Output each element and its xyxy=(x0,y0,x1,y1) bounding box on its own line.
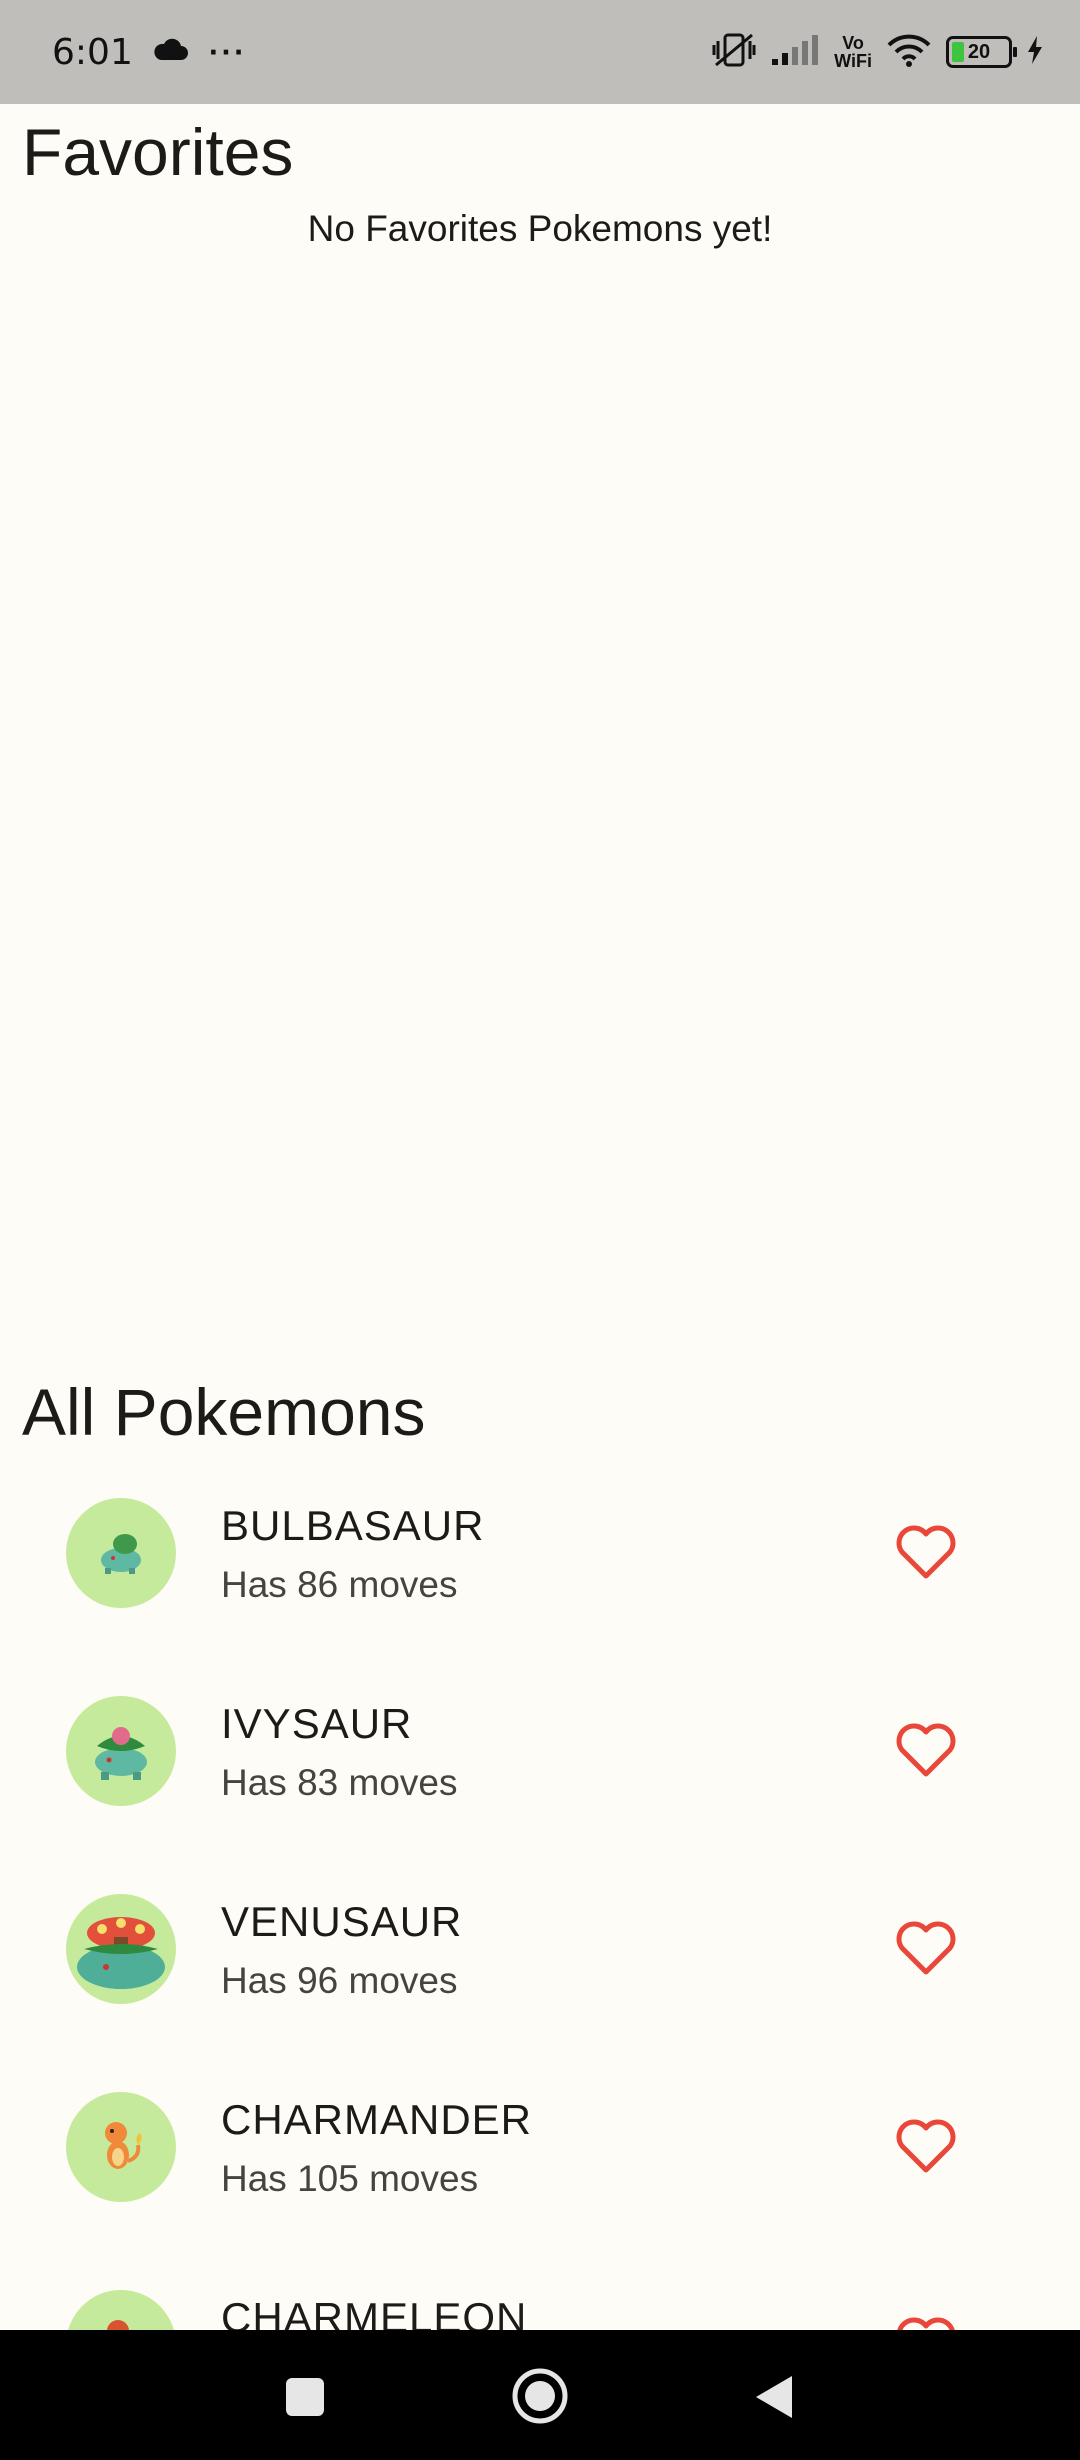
all-pokemons-title: All Pokemons xyxy=(22,1375,426,1449)
bulbasaur-sprite xyxy=(101,1534,141,1574)
favorite-heart-icon[interactable] xyxy=(894,1720,958,1780)
pokemon-avatar xyxy=(66,1498,176,1608)
pokemon-name: VENUSAUR xyxy=(221,1898,463,1945)
pokemon-avatar xyxy=(66,1696,176,1806)
signal-icon xyxy=(770,33,820,72)
pokemon-list-item[interactable]: CHARMELEON xyxy=(0,2290,1080,2330)
system-navigation-bar xyxy=(0,2330,1080,2460)
vowifi-bottom-label: WiFi xyxy=(834,51,872,71)
home-button[interactable] xyxy=(510,2366,570,2431)
favorite-heart-icon[interactable] xyxy=(894,1918,958,1978)
ivysaur-sprite xyxy=(95,1727,147,1780)
vowifi-top-label: Vo xyxy=(842,33,864,53)
more-notifications-icon: ··· xyxy=(208,33,247,70)
charmander-sprite xyxy=(105,2122,142,2169)
pokemon-moves: Has 105 moves xyxy=(221,2158,479,2199)
pokemon-name: CHARMELEON xyxy=(221,2294,528,2330)
pokemon-name: BULBASAUR xyxy=(221,1502,485,1549)
recents-button[interactable] xyxy=(284,2376,326,2423)
favorite-heart-icon[interactable] xyxy=(894,2116,958,2176)
pokemon-name: IVYSAUR xyxy=(221,1700,413,1747)
pokemon-list-item[interactable]: BULBASAUR Has 86 moves xyxy=(0,1498,1080,1696)
status-bar: 6:01 ··· Vo WiFi 20 xyxy=(0,0,1080,104)
pokemon-list-item[interactable]: IVYSAUR Has 83 moves xyxy=(0,1696,1080,1894)
pokemon-avatar xyxy=(66,1894,176,2004)
status-time: 6:01 xyxy=(52,31,133,73)
status-left: 6:01 ··· xyxy=(52,32,247,73)
main-content[interactable]: Favorites No Favorites Pokemons yet! All… xyxy=(0,104,1080,2330)
vibrate-off-icon xyxy=(712,31,756,74)
battery-level: 20 xyxy=(967,40,991,63)
pokemon-moves: Has 83 moves xyxy=(221,1762,458,1803)
pokemon-moves: Has 86 moves xyxy=(221,1564,458,1605)
venusaur-sprite xyxy=(77,1917,165,1989)
pokemon-moves: Has 96 moves xyxy=(221,1960,458,2001)
back-button[interactable] xyxy=(752,2372,796,2427)
favorite-heart-icon[interactable] xyxy=(894,2314,958,2330)
pokemon-list-item[interactable]: CHARMANDER Has 105 moves xyxy=(0,2092,1080,2290)
pokemon-avatar xyxy=(66,2290,176,2330)
pokemon-list[interactable]: BULBASAUR Has 86 moves IVYSAUR Has 83 mo… xyxy=(0,1498,1080,2330)
charmeleon-sprite xyxy=(107,2320,129,2330)
favorites-title: Favorites xyxy=(22,115,294,189)
battery-icon: 20 xyxy=(946,36,1017,68)
charging-icon xyxy=(1026,35,1044,70)
vowifi-indicator: Vo WiFi xyxy=(834,34,872,70)
pokemon-avatar xyxy=(66,2092,176,2202)
wifi-icon xyxy=(886,33,932,72)
status-right: Vo WiFi 20 xyxy=(712,31,1044,74)
pokemon-name: CHARMANDER xyxy=(221,2096,533,2143)
favorite-heart-icon[interactable] xyxy=(894,1522,958,1582)
favorites-empty-message: No Favorites Pokemons yet! xyxy=(307,208,773,249)
cloud-icon xyxy=(153,38,189,67)
pokemon-list-item[interactable]: VENUSAUR Has 96 moves xyxy=(0,1894,1080,2092)
